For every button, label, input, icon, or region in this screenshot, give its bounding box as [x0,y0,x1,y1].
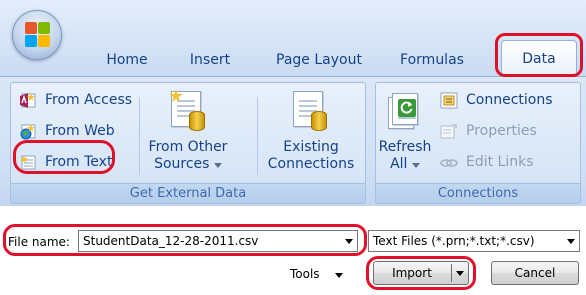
chain-link-icon [440,159,458,167]
import-label: Import [392,266,432,280]
connections-group-label: Connections [376,183,580,203]
tab-page-layout[interactable]: Page Layout [266,48,372,73]
properties-label: Properties [466,123,537,139]
connections-label: Connections [466,92,553,108]
access-icon [20,93,36,108]
file-name-label: File name: [8,235,70,249]
ribbon-tab-strip: Home Insert Page Layout Formulas Data [0,0,586,76]
office-logo-icon [25,22,51,48]
import-button[interactable]: Import [373,261,469,285]
import-split-dropdown[interactable] [453,263,467,283]
refresh-all-button[interactable]: Refresh All [378,87,432,177]
database-sources-icon [169,89,209,133]
properties-icon [440,124,457,139]
get-external-data-group: From Access From Web From Text From Othe… [10,82,366,204]
existing-connections-label-line1: Existing [283,139,339,155]
chevron-down-icon [335,273,344,278]
tools-label: Tools [290,267,320,281]
group-separator [139,97,140,175]
tab-data[interactable]: Data [501,40,577,76]
from-web-label: From Web [45,123,115,139]
refresh-all-label-line2: All [390,156,408,172]
ribbon-groups-area: From Access From Web From Text From Othe… [0,76,586,206]
existing-connections-label-line2: Connections [267,156,355,172]
from-text-label: From Text [45,154,113,170]
connections-icon [440,92,458,109]
chevron-down-icon [456,271,464,276]
tools-menu[interactable]: Tools [290,267,344,281]
file-name-input[interactable]: StudentData_12-28-2011.csv [78,230,358,252]
get-external-data-group-label: Get External Data [11,183,365,203]
from-access-label: From Access [45,92,133,108]
dropdown-arrow-icon [411,163,420,168]
dropdown-arrow-icon [213,163,222,168]
open-file-dialog-section: File name: StudentData_12-28-2011.csv Te… [0,206,586,295]
text-file-icon [20,155,36,170]
refresh-icon [388,89,424,133]
tab-insert[interactable]: Insert [178,48,242,73]
connections-group: Refresh All Connections Properties Edit … [375,82,581,204]
from-other-sources-label-line2: Sources [154,156,210,172]
edit-links-label: Edit Links [466,154,534,170]
tab-formulas[interactable]: Formulas [392,48,472,73]
cancel-button[interactable]: Cancel [491,261,579,285]
ribbon: Home Insert Page Layout Formulas Data Fr… [0,0,586,206]
office-button[interactable] [12,10,62,60]
cancel-label: Cancel [514,266,556,280]
from-other-sources-label-line1: From Other [148,139,228,155]
refresh-all-label-line1: Refresh [378,139,432,155]
existing-connections-icon [293,89,333,133]
existing-connections-button[interactable]: Existing Connections [263,87,359,177]
chevron-down-icon[interactable] [567,239,575,244]
file-name-value: StudentData_12-28-2011.csv [83,234,259,248]
from-other-sources-button[interactable]: From Other Sources [147,87,229,177]
tab-home[interactable]: Home [92,48,162,73]
file-type-value: Text Files (*.prn;*.txt;*.csv) [373,234,535,248]
web-icon [20,124,36,140]
split-divider [451,264,452,282]
chevron-down-icon[interactable] [345,239,353,244]
group-separator [257,97,258,175]
file-type-select[interactable]: Text Files (*.prn;*.txt;*.csv) [368,230,580,252]
